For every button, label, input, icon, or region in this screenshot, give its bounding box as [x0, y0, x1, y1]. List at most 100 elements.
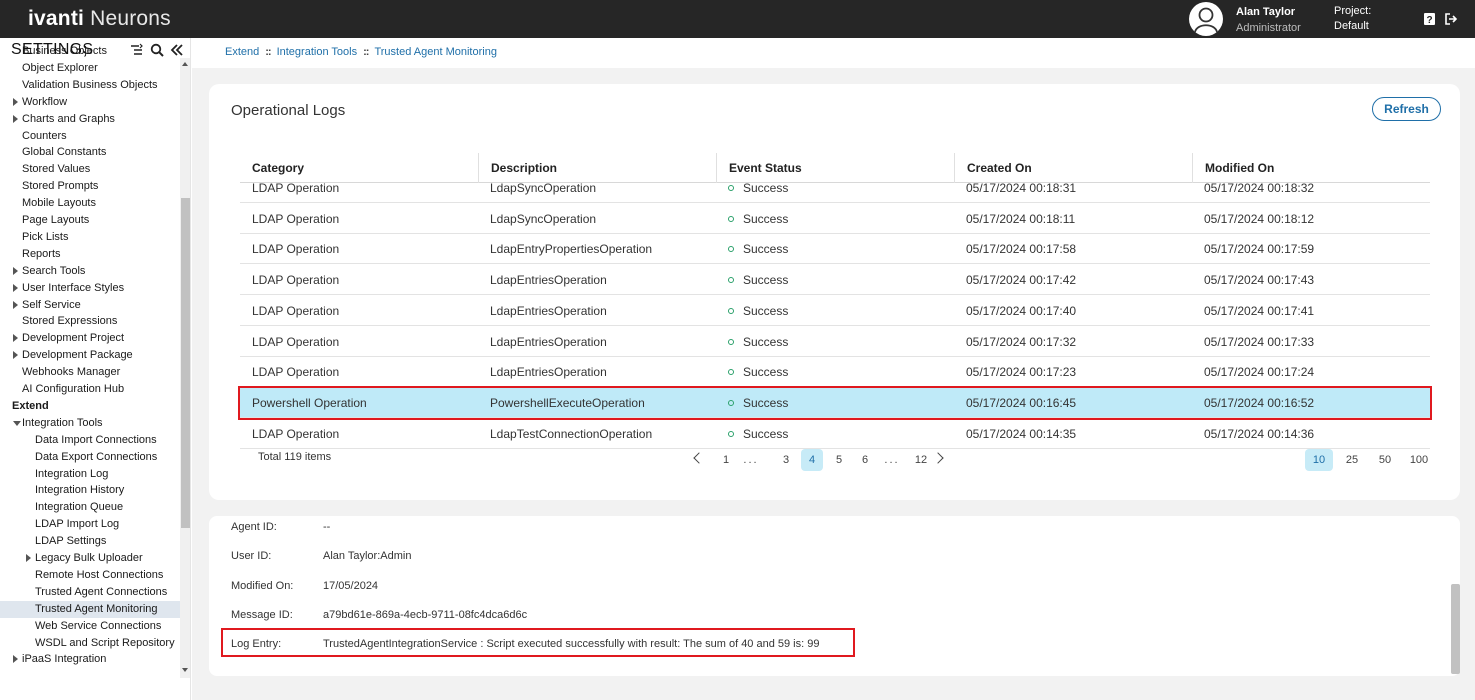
sidebar-item-counters[interactable]: Counters [0, 128, 180, 145]
sidebar-item-wsdl-and-script-repository[interactable]: WSDL and Script Repository [0, 635, 180, 652]
sidebar-item-object-explorer[interactable]: Object Explorer [0, 60, 180, 77]
expand-arrow-right-icon[interactable] [13, 114, 18, 123]
sidebar-item-development-project[interactable]: Development Project [0, 330, 180, 347]
sidebar-item-remote-host-connections[interactable]: Remote Host Connections [0, 567, 180, 584]
sidebar-item-label: Web Service Connections [35, 619, 162, 632]
sidebar-item-label: LDAP Settings [35, 535, 107, 548]
sidebar-item-data-export-connections[interactable]: Data Export Connections [0, 449, 180, 466]
cell-created: 05/17/2024 00:17:32 [966, 334, 1077, 349]
scroll-down-arrow-icon[interactable] [182, 668, 188, 672]
table-row[interactable]: LDAP Operation LdapEntriesOperation Succes… [240, 296, 1430, 326]
expand-arrow-right-icon[interactable] [13, 300, 18, 309]
page-ellipsis: ... [884, 454, 900, 466]
page-size-option[interactable]: 25 [1340, 449, 1364, 471]
sidebar-item-legacy-bulk-uploader[interactable]: Legacy Bulk Uploader [0, 550, 180, 567]
table-row[interactable]: LDAP Operation LdapEntriesOperation Succes… [240, 327, 1430, 357]
sidebar-item-integration-tools[interactable]: Integration Tools [0, 415, 180, 432]
sidebar-item-integration-queue[interactable]: Integration Queue [0, 499, 180, 516]
detail-label: Message ID: [231, 608, 293, 621]
sidebar-item-web-service-connections[interactable]: Web Service Connections [0, 618, 180, 635]
sidebar-item-validation-business-objects[interactable]: Validation Business Objects [0, 77, 180, 94]
detail-label: Agent ID: [231, 521, 277, 533]
expand-arrow-right-icon[interactable] [13, 266, 18, 275]
table-row[interactable]: LDAP Operation LdapSyncOperation Success 05… [240, 173, 1430, 203]
cell-modified: 05/17/2024 00:17:41 [1204, 303, 1315, 318]
sidebar-item-integration-history[interactable]: Integration History [0, 482, 180, 499]
sidebar-item-ai-configuration-hub[interactable]: AI Configuration Hub [0, 381, 180, 398]
sidebar-item-stored-prompts[interactable]: Stored Prompts [0, 178, 180, 195]
breadcrumb-extend[interactable]: Extend [225, 46, 259, 58]
sidebar-item-webhooks-manager[interactable]: Webhooks Manager [0, 364, 180, 381]
page-button[interactable]: 5 [828, 449, 850, 471]
cell-description: LdapEntryPropertiesOperation [490, 242, 653, 257]
sidebar-item-workflow[interactable]: Workflow [0, 94, 180, 111]
table-row[interactable]: Powershell Operation PowershellExecuteOpe… [238, 385, 1432, 420]
help-icon[interactable]: ? [1423, 12, 1437, 26]
sidebar-item-self-service[interactable]: Self Service [0, 297, 180, 314]
page-button[interactable]: 3 [775, 449, 797, 471]
breadcrumb-integration-tools[interactable]: Integration Tools [277, 46, 358, 58]
table-row[interactable]: LDAP Operation LdapSyncOperation Success 05… [240, 204, 1430, 234]
page-button[interactable]: 1 [715, 449, 737, 471]
sidebar-item-stored-values[interactable]: Stored Values [0, 161, 180, 178]
page-button[interactable]: 12 [910, 449, 932, 471]
prev-page-icon[interactable] [693, 452, 705, 464]
breadcrumb-separator-icon: :: [265, 46, 271, 58]
page-button[interactable]: 6 [854, 449, 876, 471]
avatar[interactable] [1189, 2, 1223, 36]
expand-arrow-right-icon[interactable] [13, 655, 18, 664]
sidebar-item-page-layouts[interactable]: Page Layouts [0, 212, 180, 229]
sidebar-item-ldap-import-log[interactable]: LDAP Import Log [0, 516, 180, 533]
expand-arrow-right-icon[interactable] [26, 554, 31, 562]
sidebar-item-ipaas-integration[interactable]: iPaaS Integration [0, 651, 180, 668]
expand-arrow-right-icon[interactable] [13, 97, 18, 106]
page-size-option[interactable]: 100 [1404, 449, 1434, 471]
sidebar-item-search-tools[interactable]: Search Tools [0, 263, 180, 280]
status-text: Success [743, 211, 789, 226]
sidebar-item-integration-log[interactable]: Integration Log [0, 466, 180, 483]
expand-arrow-right-icon[interactable] [13, 334, 18, 343]
sidebar-item-label: Business Objects [22, 45, 107, 57]
breadcrumb-trusted-agent-monitoring[interactable]: Trusted Agent Monitoring [374, 46, 497, 58]
sidebar-item-label: Trusted Agent Monitoring [35, 602, 158, 615]
table-row[interactable]: LDAP Operation LdapEntriesOperation Succes… [240, 265, 1430, 296]
details-scroll-thumb[interactable] [1451, 584, 1460, 674]
expand-arrow-down-icon[interactable] [13, 420, 21, 426]
sidebar-item-trusted-agent-monitoring[interactable]: Trusted Agent Monitoring [0, 600, 180, 618]
page-size-option[interactable]: 50 [1373, 449, 1397, 471]
sidebar-item-global-constants[interactable]: Global Constants [0, 144, 180, 161]
logout-icon[interactable] [1444, 12, 1458, 26]
sidebar-item-pick-lists[interactable]: Pick Lists [0, 229, 180, 246]
sidebar-item-stored-expressions[interactable]: Stored Expressions [0, 313, 180, 330]
page-button[interactable]: 4 [801, 449, 823, 471]
expand-arrow-right-icon[interactable] [13, 283, 18, 292]
cell-description: LdapSyncOperation [490, 211, 597, 226]
sidebar-item-label: Mobile Layouts [22, 197, 96, 210]
cell-category: LDAP Operation [252, 242, 340, 257]
expand-arrow-right-icon[interactable] [13, 351, 18, 360]
cell-created: 05/17/2024 00:17:42 [966, 273, 1077, 288]
sidebar-item-label: AI Configuration Hub [22, 383, 125, 395]
project-value[interactable]: Default [1334, 20, 1369, 32]
sidebar-scroll-thumb[interactable] [181, 198, 190, 528]
scroll-up-arrow-icon[interactable] [182, 62, 188, 66]
page-size-option[interactable]: 10 [1305, 449, 1333, 471]
table-row[interactable]: LDAP Operation LdapEntriesOperation Succes… [240, 357, 1430, 388]
sidebar-item-ldap-settings[interactable]: LDAP Settings [0, 533, 180, 550]
sidebar-item-data-import-connections[interactable]: Data Import Connections [0, 432, 180, 449]
sidebar-item-business-objects[interactable]: Business Objects [0, 43, 180, 60]
sidebar-item-extend[interactable]: Extend [0, 398, 180, 415]
table-row[interactable]: LDAP Operation LdapEntryPropertiesOperati… [240, 234, 1430, 265]
sidebar-item-user-interface-styles[interactable]: User Interface Styles [0, 280, 180, 297]
sidebar-item-label: Integration Tools [22, 416, 103, 429]
sidebar-item-development-package[interactable]: Development Package [0, 347, 180, 364]
user-name[interactable]: Alan Taylor [1236, 6, 1295, 18]
next-page-icon[interactable] [932, 452, 944, 464]
sidebar-item-charts-and-graphs[interactable]: Charts and Graphs [0, 111, 180, 128]
sidebar-item-reports[interactable]: Reports [0, 246, 180, 263]
cell-description: PowershellExecuteOperation [490, 395, 645, 410]
cell-modified: 05/17/2024 00:17:24 [1204, 365, 1315, 380]
sidebar-item-mobile-layouts[interactable]: Mobile Layouts [0, 195, 180, 212]
sidebar-item-trusted-agent-connections[interactable]: Trusted Agent Connections [0, 584, 180, 601]
refresh-button[interactable]: Refresh [1372, 97, 1441, 121]
